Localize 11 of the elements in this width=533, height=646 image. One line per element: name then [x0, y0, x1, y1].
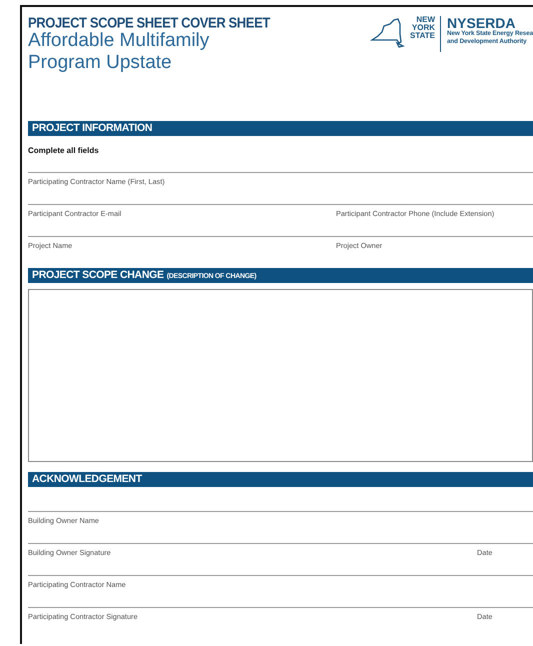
program-subtitle: Affordable Multifamily	[28, 30, 210, 52]
org-name: NYSERDA	[447, 16, 516, 30]
description-box[interactable]	[28, 289, 533, 462]
form-title: PROJECT SCOPE SHEET COVER SHEET	[28, 14, 270, 31]
section-header: PROJECT INFORMATION	[28, 121, 533, 136]
state-logo-word: STATE	[410, 32, 436, 40]
program-subtitle: Program Upstate	[28, 52, 173, 74]
state-logo-word: YORK	[412, 24, 436, 32]
section-header: ACKNOWLEDGEMENT	[28, 472, 533, 487]
instruction-text: Complete all fields	[28, 146, 100, 157]
state-logo-word: NEW	[416, 16, 436, 24]
